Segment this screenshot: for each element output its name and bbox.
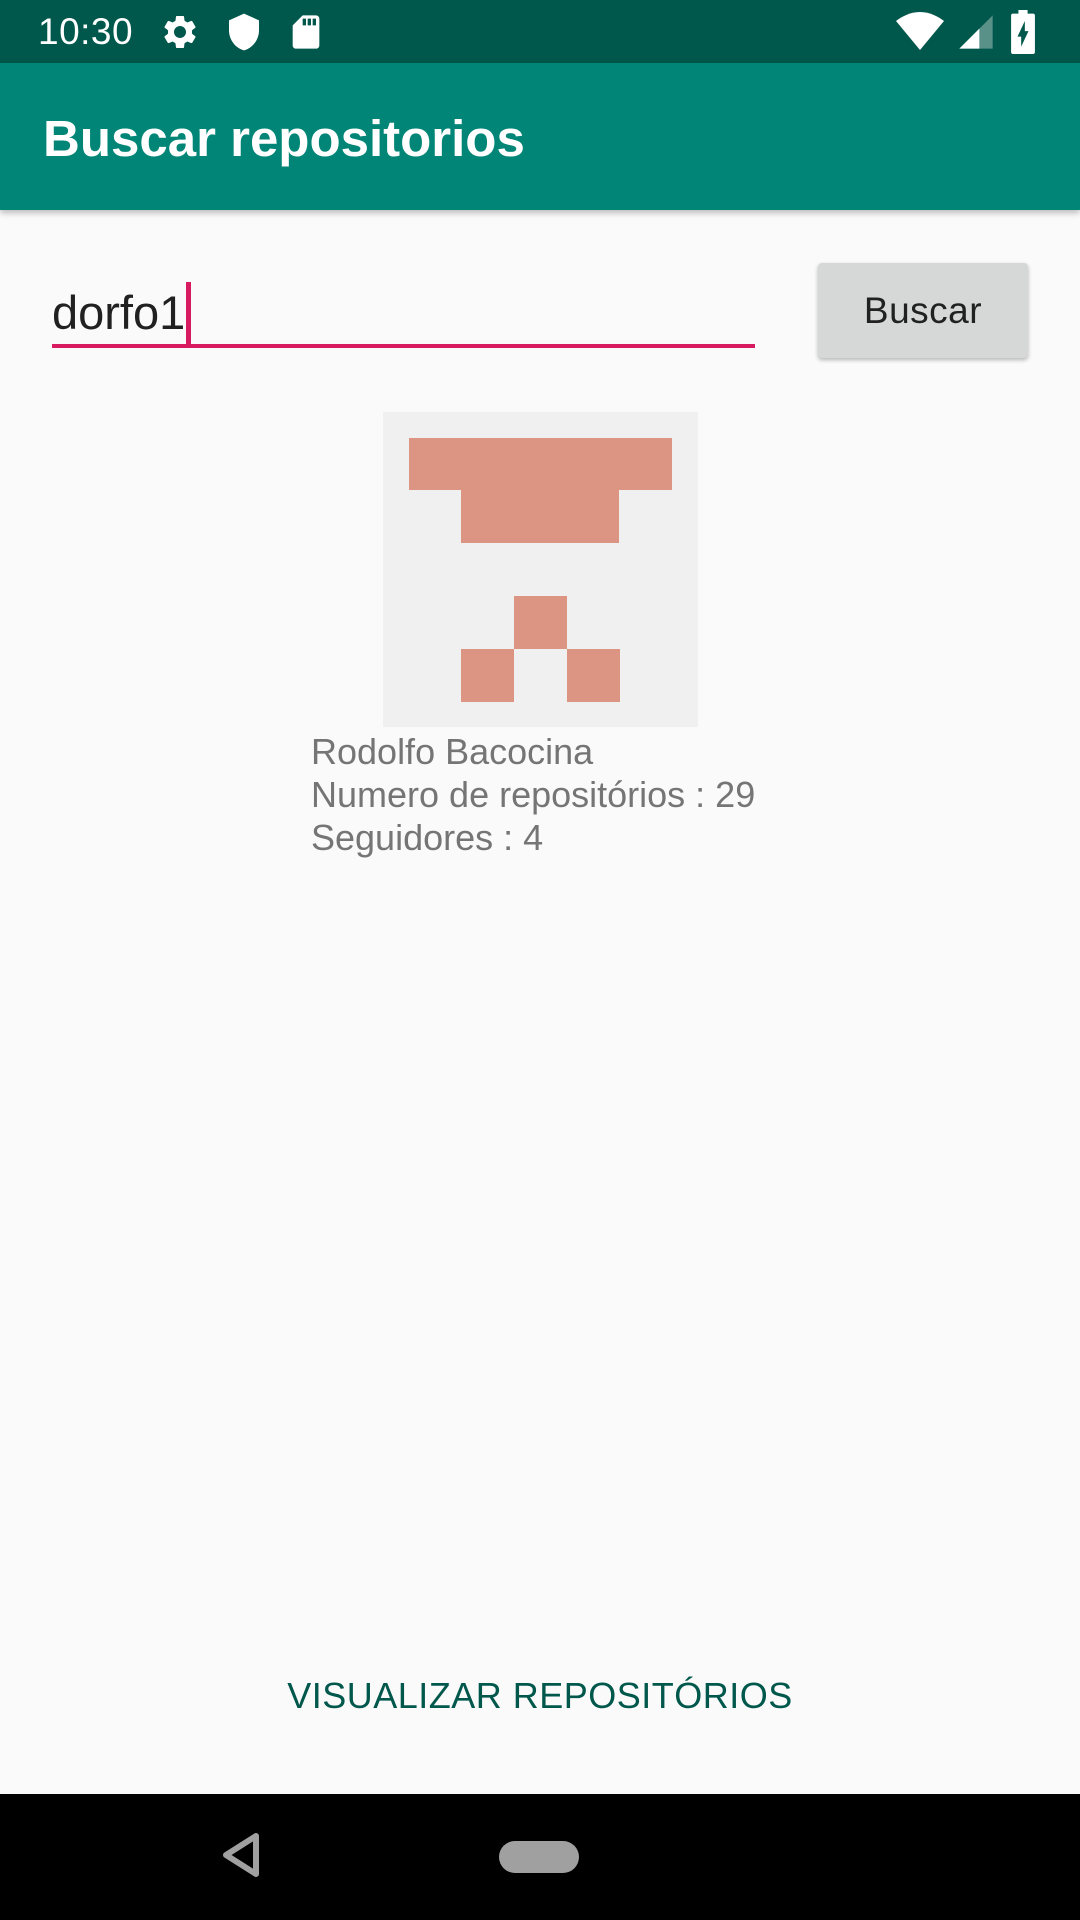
signal-icon [959, 15, 993, 49]
avatar-pixel [409, 438, 672, 490]
battery-charging-icon [1011, 10, 1035, 54]
wifi-icon [896, 12, 944, 50]
followers-count: Seguidores : 4 [311, 817, 544, 858]
user-info: Rodolfo Bacocina Numero de repositórios … [311, 730, 755, 859]
home-pill-icon[interactable] [499, 1841, 579, 1873]
avatar-pixel [514, 596, 567, 649]
view-repos-button[interactable]: VISUALIZAR REPOSITÓRIOS [0, 1668, 1080, 1724]
page-title: Buscar repositorios [43, 110, 525, 167]
back-icon[interactable] [218, 1830, 262, 1880]
search-input-value[interactable]: dorfo1 [52, 278, 192, 348]
repos-count: Numero de repositórios : 29 [311, 774, 756, 815]
gear-icon [164, 15, 196, 48]
avatar-pixel [461, 649, 514, 702]
buscar-button[interactable]: Buscar [818, 263, 1028, 358]
user-name: Rodolfo Bacocina [311, 731, 594, 772]
shield-icon [229, 13, 259, 51]
app-bar: Buscar repositorios [0, 63, 1080, 210]
text-cursor [186, 282, 192, 344]
nav-bar [0, 1794, 1080, 1920]
avatar-pixel [567, 649, 620, 702]
search-input-text: dorfo1 [52, 286, 186, 339]
status-time: 10:30 [38, 11, 134, 52]
sd-card-icon [292, 15, 320, 49]
status-bar: 10:30 [0, 0, 1080, 63]
avatar [383, 412, 698, 727]
avatar-pixel [461, 490, 619, 543]
